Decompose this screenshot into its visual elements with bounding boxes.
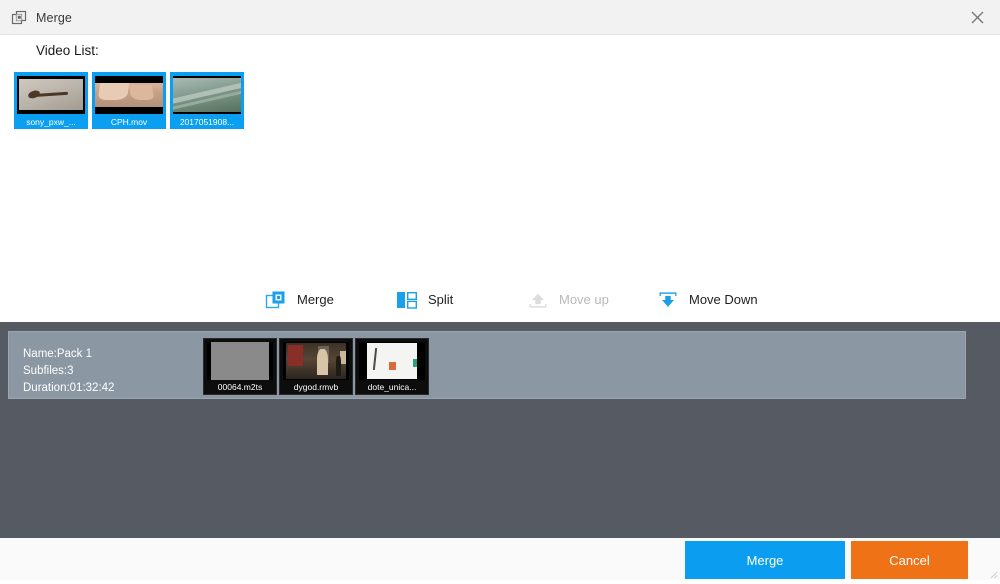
video-item-label: 2017051908... xyxy=(179,117,235,127)
split-panes-icon xyxy=(396,289,418,311)
video-list-label: Video List: xyxy=(36,43,99,58)
video-thumbnail-image xyxy=(173,76,241,114)
arrow-down-icon xyxy=(657,289,679,311)
close-icon xyxy=(971,11,984,24)
split-action-label: Split xyxy=(428,292,454,307)
video-thumbnail-image xyxy=(17,76,85,114)
video-item-label: sony_pxw_... xyxy=(26,117,76,127)
footer-bar: Merge Cancel xyxy=(0,538,1000,580)
video-thumbnail-image xyxy=(95,76,163,114)
cancel-button[interactable]: Cancel xyxy=(851,541,968,579)
video-list-panel: Video List: sony_pxw_... CPH.mov 2017051… xyxy=(0,35,1000,277)
video-list-item[interactable]: 2017051908... xyxy=(170,72,244,129)
merge-squares-icon xyxy=(265,289,287,311)
pack-metadata: Name:Pack 1 Subfiles:3 Duration:01:32:42 xyxy=(23,348,115,394)
pack-item-label: 00064.m2ts xyxy=(217,382,263,392)
video-thumbnail-list: sony_pxw_... CPH.mov 2017051908... xyxy=(14,72,244,129)
merge-squares-icon xyxy=(11,10,27,26)
pack-list-item[interactable]: dygod.rmvb xyxy=(279,338,353,395)
move-up-label: Move up xyxy=(559,292,609,307)
pack-row[interactable]: Name:Pack 1 Subfiles:3 Duration:01:32:42… xyxy=(8,331,966,399)
merge-action-label: Merge xyxy=(297,292,334,307)
pack-item-label: dote_unica... xyxy=(367,382,417,392)
pack-list-item[interactable]: 00064.m2ts xyxy=(203,338,277,395)
video-list-item[interactable]: CPH.mov xyxy=(92,72,166,129)
close-button[interactable] xyxy=(954,0,1000,34)
pack-thumbnail-list: 00064.m2ts dygod.rmvb dote_unica... xyxy=(203,338,429,395)
split-action-button[interactable]: Split xyxy=(396,277,453,322)
window-title: Merge xyxy=(36,11,72,25)
arrow-up-icon xyxy=(527,289,549,311)
title-bar: Merge xyxy=(0,0,1000,35)
pack-panel: Name:Pack 1 Subfiles:3 Duration:01:32:42… xyxy=(0,322,1000,538)
pack-item-label: dygod.rmvb xyxy=(293,382,339,392)
video-list-item[interactable]: sony_pxw_... xyxy=(14,72,88,129)
move-up-button[interactable]: Move up xyxy=(527,277,609,322)
pack-thumbnail-image xyxy=(207,342,273,380)
merge-action-button[interactable]: Merge xyxy=(265,277,334,322)
pack-thumbnail-image xyxy=(283,342,349,380)
video-item-label: CPH.mov xyxy=(110,117,148,127)
pack-thumbnail-image xyxy=(359,342,425,380)
move-down-button[interactable]: Move Down xyxy=(657,277,758,322)
action-toolbar: Merge Split Move up Move Down xyxy=(0,277,1000,322)
resize-grip[interactable] xyxy=(986,566,998,579)
merge-confirm-button[interactable]: Merge xyxy=(685,541,845,579)
move-down-label: Move Down xyxy=(689,292,758,307)
pack-list-item[interactable]: dote_unica... xyxy=(355,338,429,395)
